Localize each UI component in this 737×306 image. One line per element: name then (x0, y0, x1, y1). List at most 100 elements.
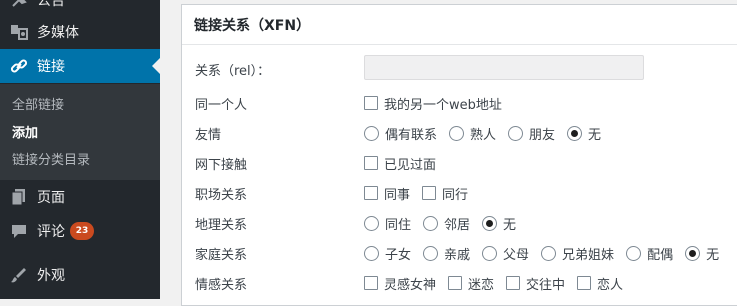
checkbox[interactable] (506, 276, 521, 290)
rel-input[interactable] (364, 55, 644, 80)
option-label: 同住 (385, 217, 412, 233)
radio-option[interactable]: 子女 (364, 244, 411, 263)
radio-button[interactable] (482, 245, 498, 261)
row-label: 地理关系 (195, 217, 248, 233)
submenu-all-links[interactable]: 全部链接 (12, 94, 64, 113)
row-label: 情感关系 (195, 277, 248, 293)
rel-label: 关系（rel）： (195, 63, 271, 79)
checkbox-option[interactable]: 我的另一个web地址 (364, 94, 502, 113)
option-label: 无 (503, 217, 517, 233)
option-label: 灵感女神 (384, 277, 437, 293)
checkbox[interactable] (577, 276, 592, 290)
menu-label: 页面 (37, 190, 65, 206)
admin-sidebar: 公告 多媒体 链接 全部链接 添加 链接分类目录 页面 评论 23 外观 (0, 0, 160, 299)
radio-option[interactable]: 兄弟姐妹 (541, 244, 614, 263)
radio-button[interactable] (364, 125, 379, 141)
option-label: 我的另一个web地址 (384, 97, 502, 113)
radio-button[interactable] (567, 125, 583, 141)
checkbox[interactable] (364, 276, 378, 290)
checkbox-option[interactable]: 交往中 (506, 274, 565, 293)
checkbox-option[interactable]: 恋人 (577, 274, 623, 293)
checkbox[interactable] (364, 156, 378, 170)
xfn-row: 家庭关系 子女 亲戚 父母 兄弟姐妹 配偶 无 (182, 241, 737, 265)
xfn-row: 友情 偶有联系 熟人 朋友 无 (182, 121, 737, 145)
menu-item-links[interactable]: 链接 (0, 49, 160, 83)
option-label: 熟人 (470, 127, 497, 143)
radio-button[interactable] (482, 215, 498, 231)
menu-label: 外观 (37, 268, 65, 284)
option-label: 亲戚 (444, 247, 471, 263)
radio-button[interactable] (364, 215, 379, 231)
menu-item-media[interactable]: 多媒体 (0, 15, 160, 49)
checkbox[interactable] (422, 186, 437, 200)
radio-button[interactable] (449, 125, 465, 141)
panel-divider (182, 44, 737, 45)
row-label: 同一个人 (195, 97, 248, 113)
xfn-row: 情感关系 灵感女神 迷恋 交往中 恋人 (182, 271, 737, 295)
radio-option[interactable]: 父母 (482, 244, 529, 263)
row-options: 我的另一个web地址 (364, 94, 514, 113)
menu-item-comments[interactable]: 评论 23 (0, 214, 160, 248)
menu-label: 公告 (37, 0, 65, 9)
checkbox-option[interactable]: 已见过面 (364, 154, 436, 173)
option-label: 父母 (503, 247, 530, 263)
row-label: 职场关系 (195, 187, 248, 203)
option-label: 无 (706, 247, 720, 263)
radio-option[interactable]: 同住 (364, 214, 411, 233)
menu-label: 链接 (37, 59, 65, 75)
xfn-row: 职场关系 同事 同行 (182, 181, 737, 205)
radio-option[interactable]: 偶有联系 (364, 124, 437, 143)
option-label: 同事 (384, 187, 411, 203)
menu-label: 多媒体 (37, 25, 79, 41)
comment-icon (9, 221, 29, 241)
checkbox[interactable] (364, 186, 378, 200)
xfn-row: 网下接触 已见过面 (182, 151, 737, 175)
option-label: 交往中 (526, 277, 566, 293)
checkbox-option[interactable]: 迷恋 (448, 274, 494, 293)
radio-button[interactable] (541, 245, 557, 261)
radio-button[interactable] (508, 125, 524, 141)
row-options: 同住 邻居 无 (364, 214, 528, 233)
radio-option[interactable]: 配偶 (626, 244, 673, 263)
row-options: 偶有联系 熟人 朋友 无 (364, 124, 613, 143)
xfn-panel: 链接关系（XFN） 关系（rel）： 同一个人 我的另一个web地址 友情 偶有联系 熟… (181, 4, 737, 306)
menu-label: 评论 (37, 224, 65, 240)
page-icon (9, 187, 29, 207)
radio-option[interactable]: 朋友 (508, 124, 555, 143)
links-submenu: 全部链接 添加 链接分类目录 (0, 84, 160, 180)
option-label: 配偶 (647, 247, 674, 263)
xfn-row: 地理关系 同住 邻居 无 (182, 211, 737, 235)
row-label: 家庭关系 (195, 247, 248, 263)
radio-option[interactable]: 无 (567, 124, 601, 143)
checkbox-option[interactable]: 同事 (364, 184, 410, 203)
radio-option[interactable]: 亲戚 (423, 244, 470, 263)
checkbox-option[interactable]: 灵感女神 (364, 274, 436, 293)
radio-button[interactable] (364, 245, 379, 261)
radio-option[interactable]: 熟人 (449, 124, 496, 143)
option-label: 朋友 (529, 127, 556, 143)
row-options: 同事 同行 (364, 184, 480, 203)
radio-option[interactable]: 无 (685, 244, 719, 263)
option-label: 已见过面 (384, 157, 437, 173)
checkbox-option[interactable]: 同行 (422, 184, 468, 203)
row-label: 网下接触 (195, 157, 248, 173)
checkbox[interactable] (448, 276, 463, 290)
radio-button[interactable] (423, 215, 439, 231)
checkbox[interactable] (364, 96, 378, 110)
radio-button[interactable] (423, 245, 439, 261)
radio-button[interactable] (626, 245, 642, 261)
radio-button[interactable] (685, 245, 701, 261)
option-label: 无 (588, 127, 602, 143)
option-label: 兄弟姐妹 (562, 247, 615, 263)
menu-item-appearance[interactable]: 外观 (0, 258, 160, 292)
menu-item-pages[interactable]: 页面 (0, 180, 160, 214)
radio-option[interactable]: 无 (482, 214, 516, 233)
media-icon (9, 22, 29, 42)
submenu-link-categories[interactable]: 链接分类目录 (12, 149, 90, 168)
xfn-row: 同一个人 我的另一个web地址 (182, 91, 737, 115)
option-label: 偶有联系 (385, 127, 438, 143)
row-options: 子女 亲戚 父母 兄弟姐妹 配偶 无 (364, 244, 731, 263)
radio-option[interactable]: 邻居 (423, 214, 470, 233)
panel-title: 链接关系（XFN） (194, 18, 311, 34)
submenu-add-link[interactable]: 添加 (12, 122, 38, 141)
